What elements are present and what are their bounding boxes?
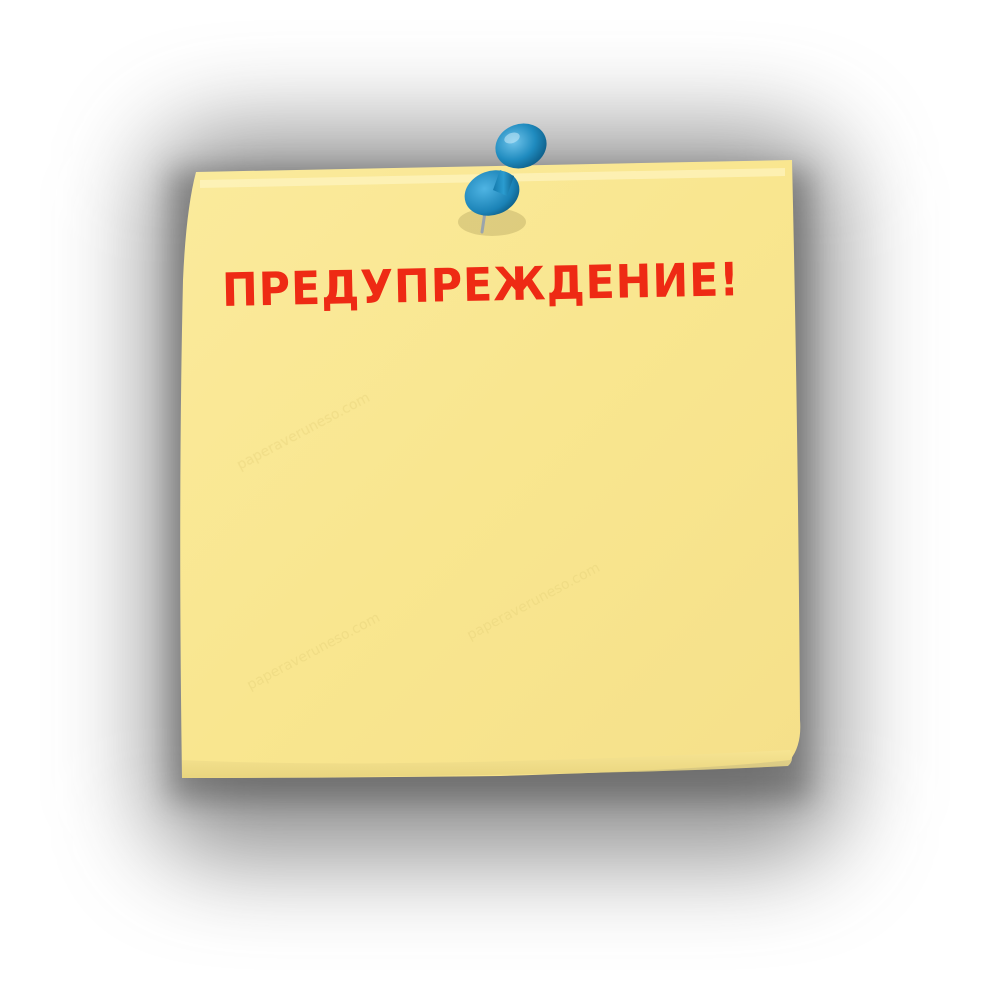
- sticky-note: paperaveruneso.com paperaveruneso.com pa…: [180, 160, 801, 778]
- sticky-note-scene: paperaveruneso.com paperaveruneso.com pa…: [0, 0, 1000, 1000]
- warning-title: ПРЕДУПРЕЖДЕНИЕ!: [221, 252, 741, 317]
